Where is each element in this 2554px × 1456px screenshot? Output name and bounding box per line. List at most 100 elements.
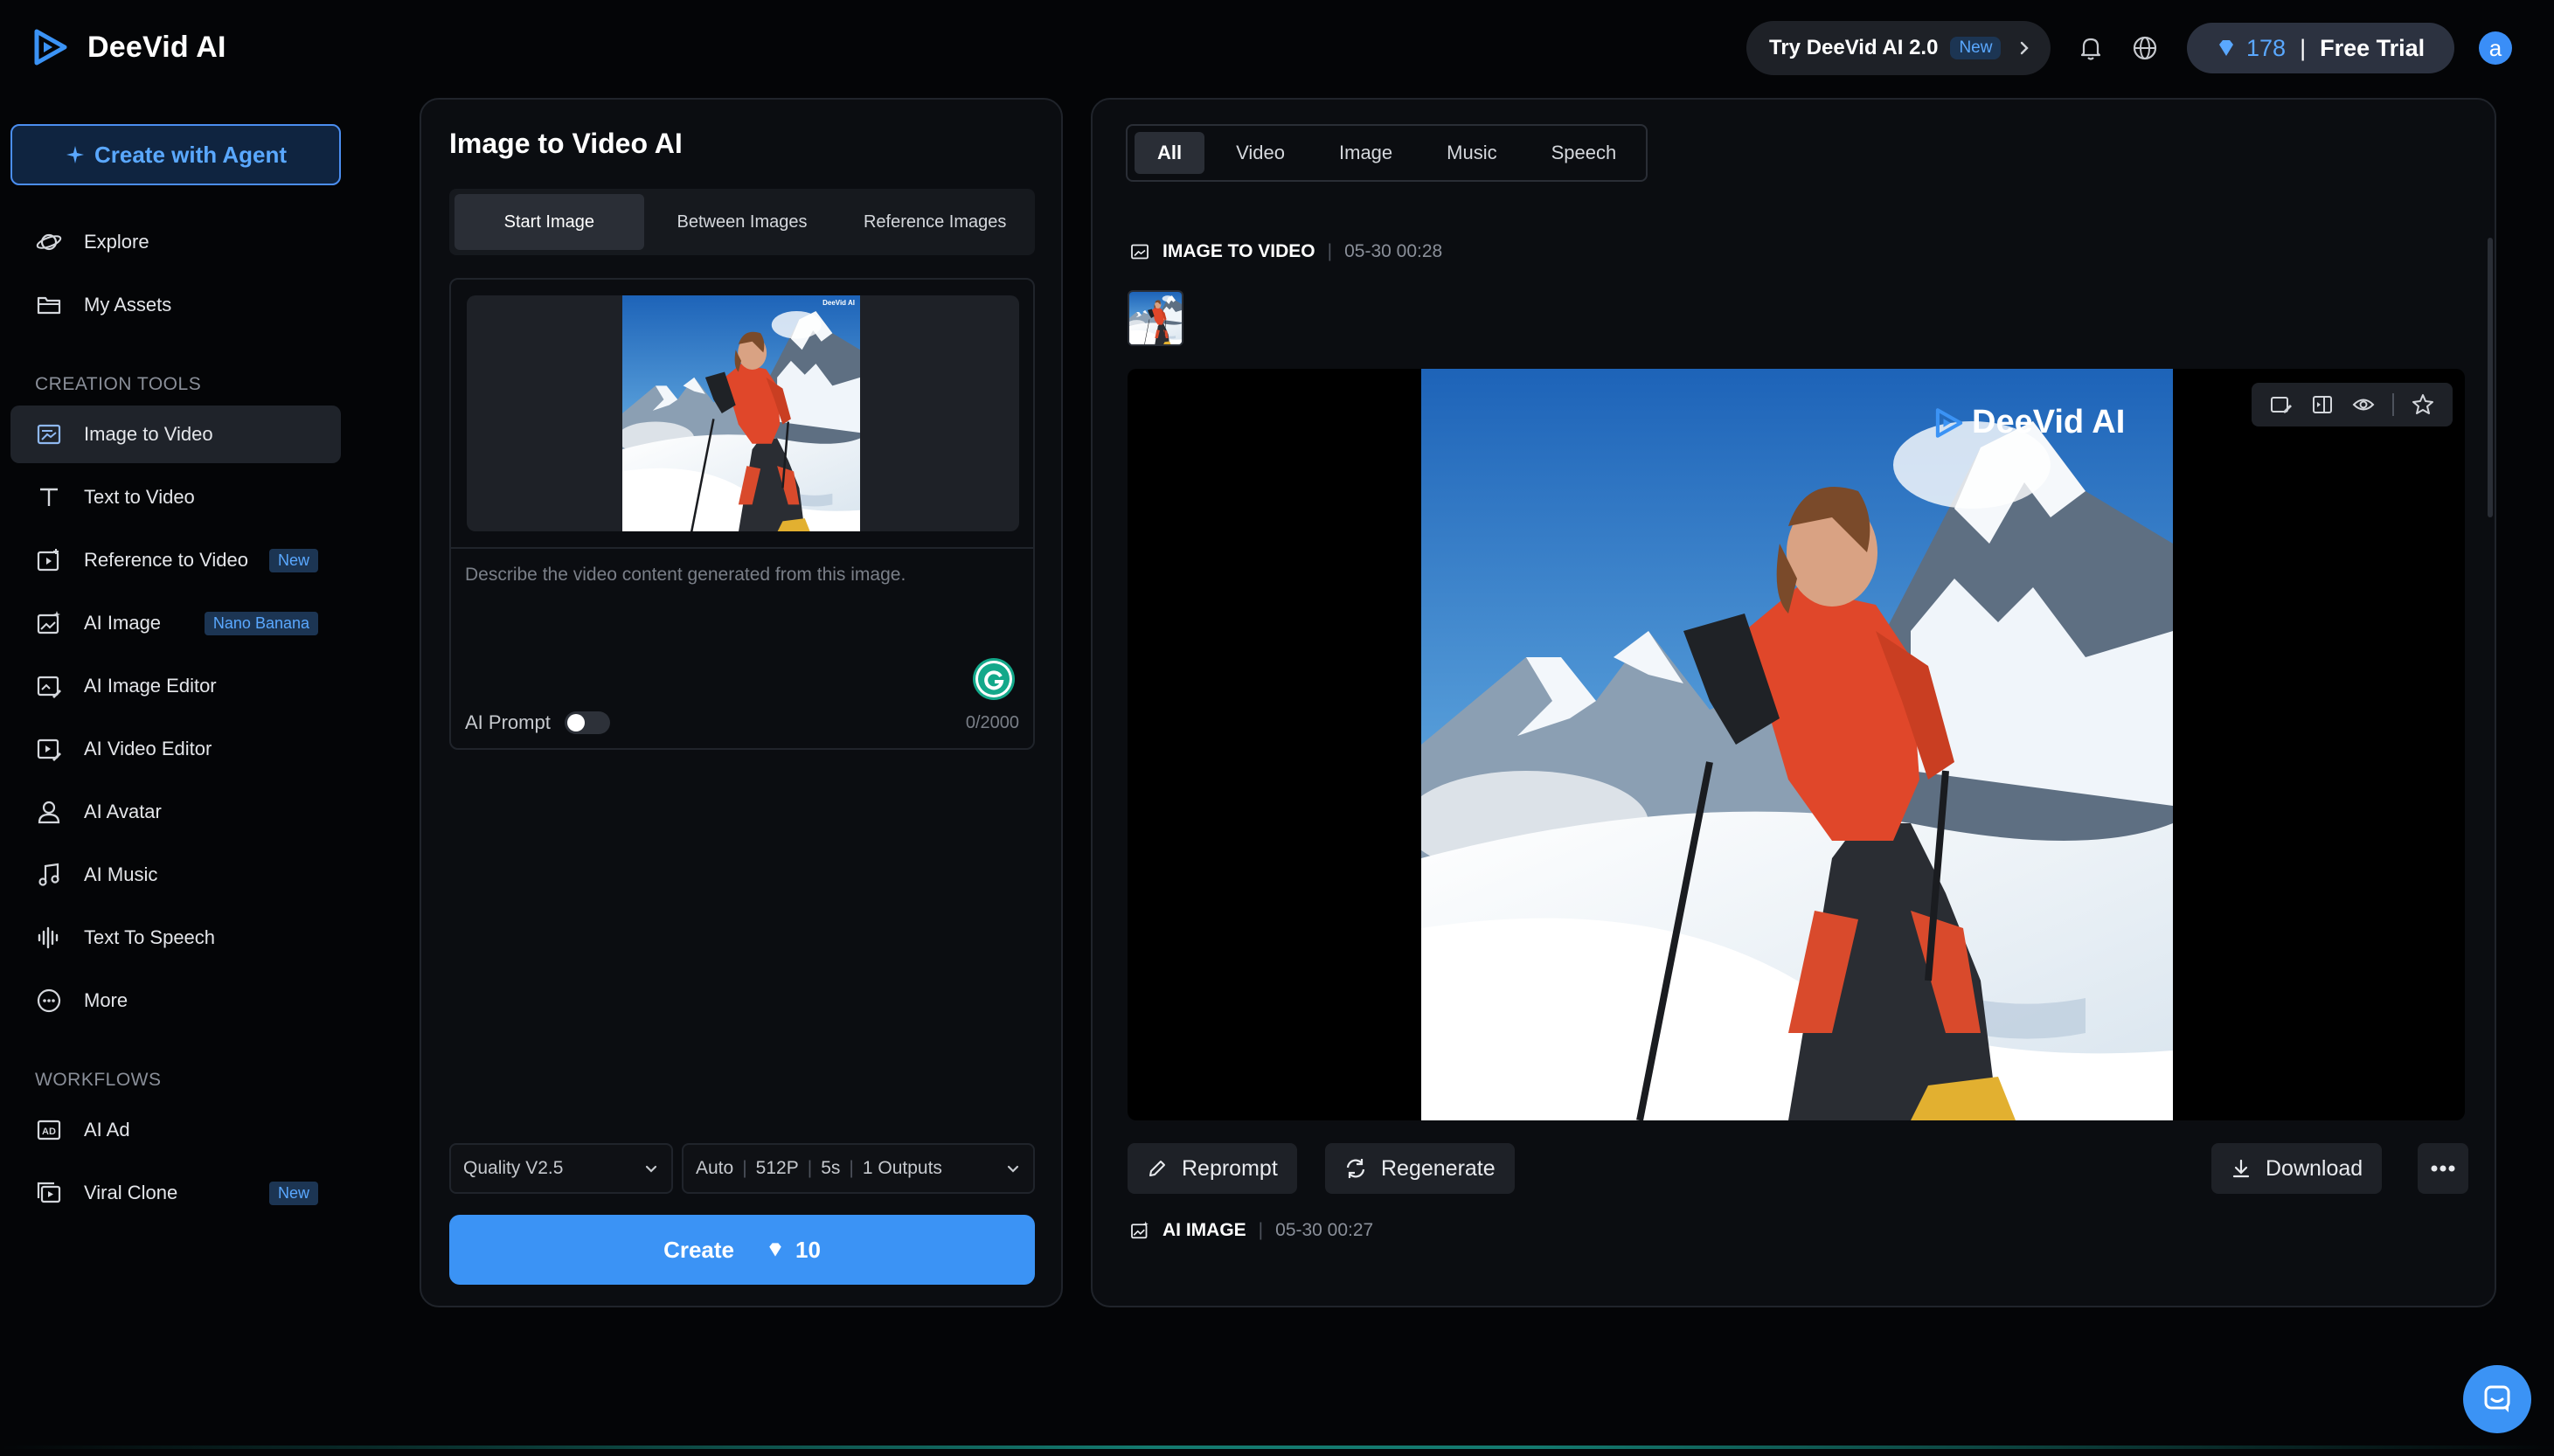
download-button[interactable]: Download [2211, 1143, 2383, 1194]
deevid-logo-icon [31, 28, 70, 66]
globe-icon [2133, 36, 2157, 60]
chat-icon [2484, 1385, 2510, 1412]
credits-plan-button[interactable]: 178 | Free Trial [2187, 23, 2454, 73]
ai-prompt-label: AI Prompt [465, 711, 551, 733]
sidebar-item-text-to-video[interactable]: Text to Video [10, 468, 341, 526]
sidebar-item-label: Image to Video [84, 423, 213, 445]
start-image-thumbnail[interactable]: DeeVid AI [622, 295, 860, 531]
page-title: Image to Video AI [449, 128, 683, 159]
sidebar: Create with Agent Explore My Assets CREA… [0, 96, 350, 1456]
record-timestamp: 05-30 00:28 [1344, 241, 1443, 261]
sidebar-item-label: Viral Clone [84, 1182, 178, 1203]
divider: | [1327, 241, 1333, 261]
filter-speech[interactable]: Speech [1529, 132, 1640, 174]
grammarly-icon[interactable] [972, 657, 1016, 701]
filter-image[interactable]: Image [1316, 132, 1415, 174]
sidebar-item-ai-image-editor[interactable]: AI Image Editor [10, 657, 341, 715]
create-button[interactable]: Create 10 [449, 1215, 1035, 1285]
try-label: Try DeeVid AI 2.0 [1769, 36, 1939, 59]
language-button[interactable] [2127, 31, 2162, 66]
divider [2392, 393, 2395, 416]
sidebar-item-viral-clone[interactable]: Viral Clone New [10, 1164, 341, 1222]
regenerate-button[interactable]: Regenerate [1325, 1143, 1515, 1194]
sidebar-item-explore[interactable]: Explore [10, 213, 341, 271]
top-bar: DeeVid AI Try DeeVid AI 2.0 New 178 | Fr… [0, 0, 2554, 96]
star-icon[interactable] [2411, 392, 2435, 417]
divider: | [849, 1158, 854, 1178]
more-actions-button[interactable] [2418, 1143, 2468, 1194]
user-avatar[interactable]: a [2479, 31, 2512, 65]
results-panel: All Video Image Music Speech IMAGE TO VI… [1091, 98, 2496, 1307]
image-to-video-panel: Image to Video AI Start Image Between Im… [420, 98, 1063, 1307]
divider [451, 547, 1033, 549]
extend-video-icon[interactable] [2310, 392, 2335, 417]
planet-icon [36, 233, 62, 251]
eye-icon[interactable] [2351, 392, 2376, 417]
record-header: AI IMAGE | 05-30 00:27 [1129, 1220, 1373, 1241]
text-t-icon [40, 488, 58, 506]
sidebar-item-label: Text To Speech [84, 926, 216, 948]
diamond-icon [2219, 40, 2233, 56]
tab-start-image[interactable]: Start Image [455, 194, 644, 250]
ai-prompt-toggle[interactable] [564, 711, 610, 734]
mode-tabs: Start Image Between Images Reference Ima… [449, 189, 1035, 255]
filter-video[interactable]: Video [1213, 132, 1308, 174]
notifications-button[interactable] [2073, 31, 2108, 66]
sidebar-item-image-to-video[interactable]: Image to Video [10, 406, 341, 463]
results-scrollbar[interactable] [2488, 238, 2493, 517]
filter-all[interactable]: All [1135, 132, 1205, 174]
nano-banana-badge: Nano Banana [204, 611, 318, 635]
pencil-icon [1149, 1161, 1165, 1176]
sidebar-item-label: AI Video Editor [84, 738, 212, 759]
generation-settings-select[interactable]: Auto | 512P | 5s | 1 Outputs [682, 1143, 1035, 1194]
reprompt-button[interactable]: Reprompt [1128, 1143, 1297, 1194]
support-chat-button[interactable] [2463, 1365, 2531, 1433]
video-edit-icon[interactable] [2269, 392, 2294, 417]
sidebar-item-ai-avatar[interactable]: AI Avatar [10, 783, 341, 841]
deevid-logo-icon [1933, 407, 1965, 439]
creation-tools-heading: CREATION TOOLS [35, 374, 202, 394]
video-watermark: DeeVid AI [1933, 404, 2125, 441]
sidebar-item-more[interactable]: More [10, 972, 341, 1030]
download-label: Download [2266, 1155, 2363, 1181]
watermark-text: DeeVid AI [1972, 404, 2126, 440]
brand-name: DeeVid AI [87, 30, 226, 64]
outputs-value: 1 Outputs [862, 1158, 942, 1178]
create-label: Create [663, 1236, 734, 1263]
chevron-right-icon [2020, 41, 2029, 55]
sidebar-item-label: AI Ad [84, 1119, 130, 1141]
sidebar-item-ai-ad[interactable]: AD AI Ad [10, 1101, 341, 1159]
folder-icon [37, 296, 61, 315]
sidebar-item-ai-music[interactable]: AI Music [10, 846, 341, 904]
brand-logo[interactable]: DeeVid AI [31, 28, 226, 66]
sidebar-item-ai-image[interactable]: AI Image Nano Banana [10, 594, 341, 652]
waveform-icon [38, 926, 59, 949]
try-deevid-2-button[interactable]: Try DeeVid AI 2.0 New [1746, 21, 2051, 75]
sidebar-item-text-to-speech[interactable]: Text To Speech [10, 909, 341, 967]
start-image-dropzone[interactable]: DeeVid AI [467, 295, 1019, 531]
reprompt-label: Reprompt [1182, 1155, 1278, 1181]
video-player[interactable]: DeeVid AI [1128, 369, 2465, 1120]
sidebar-item-label: Text to Video [84, 486, 195, 508]
tab-between-images[interactable]: Between Images [648, 194, 837, 250]
record-timestamp: 05-30 00:27 [1275, 1220, 1374, 1240]
sidebar-item-label: Explore [84, 231, 149, 253]
sidebar-item-ai-video-editor[interactable]: AI Video Editor [10, 720, 341, 778]
source-image-thumbnail[interactable] [1128, 290, 1183, 346]
create-with-agent-button[interactable]: Create with Agent [10, 124, 341, 185]
ad-icon: AD [37, 1120, 61, 1141]
clone-video-icon [37, 1182, 61, 1203]
separator: | [2300, 34, 2307, 61]
prompt-input[interactable]: Describe the video content generated fro… [465, 565, 906, 586]
tab-reference-images[interactable]: Reference Images [840, 194, 1030, 250]
sidebar-item-reference-to-video[interactable]: Reference to Video New [10, 531, 341, 589]
quality-select[interactable]: Quality V2.5 [449, 1143, 673, 1194]
record-header: IMAGE TO VIDEO | 05-30 00:28 [1129, 241, 1442, 262]
upload-and-prompt-box: DeeVid AI Describe the video content gen… [449, 278, 1035, 750]
new-badge: New [268, 1181, 318, 1205]
divider: | [1258, 1220, 1264, 1240]
sidebar-item-my-assets[interactable]: My Assets [10, 276, 341, 334]
video-edit-icon [37, 738, 61, 761]
filter-music[interactable]: Music [1424, 132, 1519, 174]
duration-value: 5s [821, 1158, 841, 1178]
